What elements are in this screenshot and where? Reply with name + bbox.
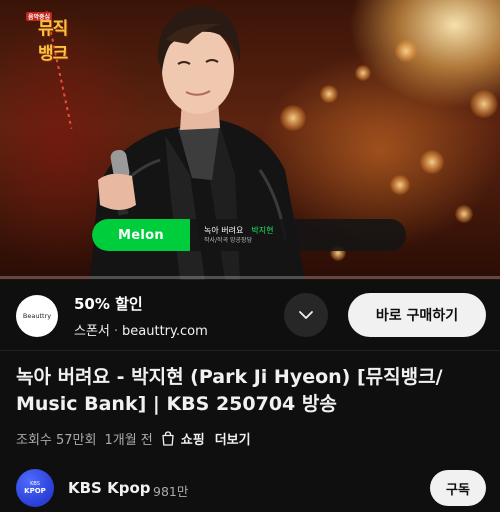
- stage-light: [420, 150, 444, 174]
- chevron-down-icon: [299, 311, 313, 319]
- stage-light: [355, 65, 371, 81]
- upload-age: 1개월 전: [104, 432, 153, 448]
- stage-light: [455, 205, 473, 223]
- divider: [0, 350, 500, 351]
- melon-logo: Melon: [118, 227, 164, 243]
- channel-name[interactable]: KBS Kpop: [68, 479, 151, 497]
- subscribe-button[interactable]: 구독: [430, 470, 486, 506]
- channel-avatar[interactable]: KBS KPOP: [16, 469, 54, 507]
- video-progress-bar[interactable]: [0, 276, 500, 279]
- sponsored-ad[interactable]: Beauttry 50% 할인 스폰서 · beauttry.com 바로 구매하기: [0, 280, 500, 350]
- separator-dot: ·: [113, 324, 119, 339]
- subscriber-count: 981만: [153, 484, 189, 499]
- sponsor-label: 스폰서: [74, 324, 110, 339]
- shopping-bag-icon: [161, 430, 175, 446]
- melon-logo-block: Melon: [92, 219, 190, 251]
- more-button[interactable]: 더보기: [215, 429, 251, 448]
- view-count: 조회수 57만회: [16, 432, 97, 448]
- melon-credits: 작사/작곡 앙공장당: [204, 237, 253, 244]
- stage-light: [395, 40, 417, 62]
- ad-expand-button[interactable]: [284, 293, 328, 337]
- melon-song-line: 녹아 버려요 박지현: [204, 225, 273, 236]
- channel-avatar-bottom: KPOP: [24, 487, 46, 495]
- advertiser-avatar[interactable]: Beauttry: [16, 295, 58, 337]
- shopping-label[interactable]: 쇼핑: [181, 429, 205, 448]
- melon-song-banner: Melon 녹아 버려요 박지현 작사/작곡 앙공장당: [92, 219, 406, 251]
- video-title[interactable]: 녹아 버려요 - 박지현 (Park Ji Hyeon) [뮤직뱅크/ Musi…: [16, 364, 486, 418]
- stage-light: [390, 175, 410, 195]
- ad-sponsor-line: 스폰서 · beauttry.com: [74, 320, 208, 339]
- melon-song-text: 녹아 버려요 박지현 작사/작곡 앙공장당: [190, 225, 273, 245]
- melon-artist: 박지현: [251, 226, 274, 235]
- ad-title[interactable]: 50% 할인: [74, 293, 143, 314]
- video-player[interactable]: 음악중심 뮤직뱅크 Melon 녹아 버려요 박지현 작사/작곡 앙공장당: [0, 0, 500, 280]
- ad-domain[interactable]: beauttry.com: [122, 324, 208, 339]
- video-meta[interactable]: 조회수 57만회 1개월 전 쇼핑 더보기: [16, 428, 251, 448]
- buy-now-button[interactable]: 바로 구매하기: [348, 293, 486, 337]
- stage-light: [470, 90, 498, 118]
- melon-song-title: 녹아 버려요: [204, 226, 244, 235]
- stage-light: [320, 85, 338, 103]
